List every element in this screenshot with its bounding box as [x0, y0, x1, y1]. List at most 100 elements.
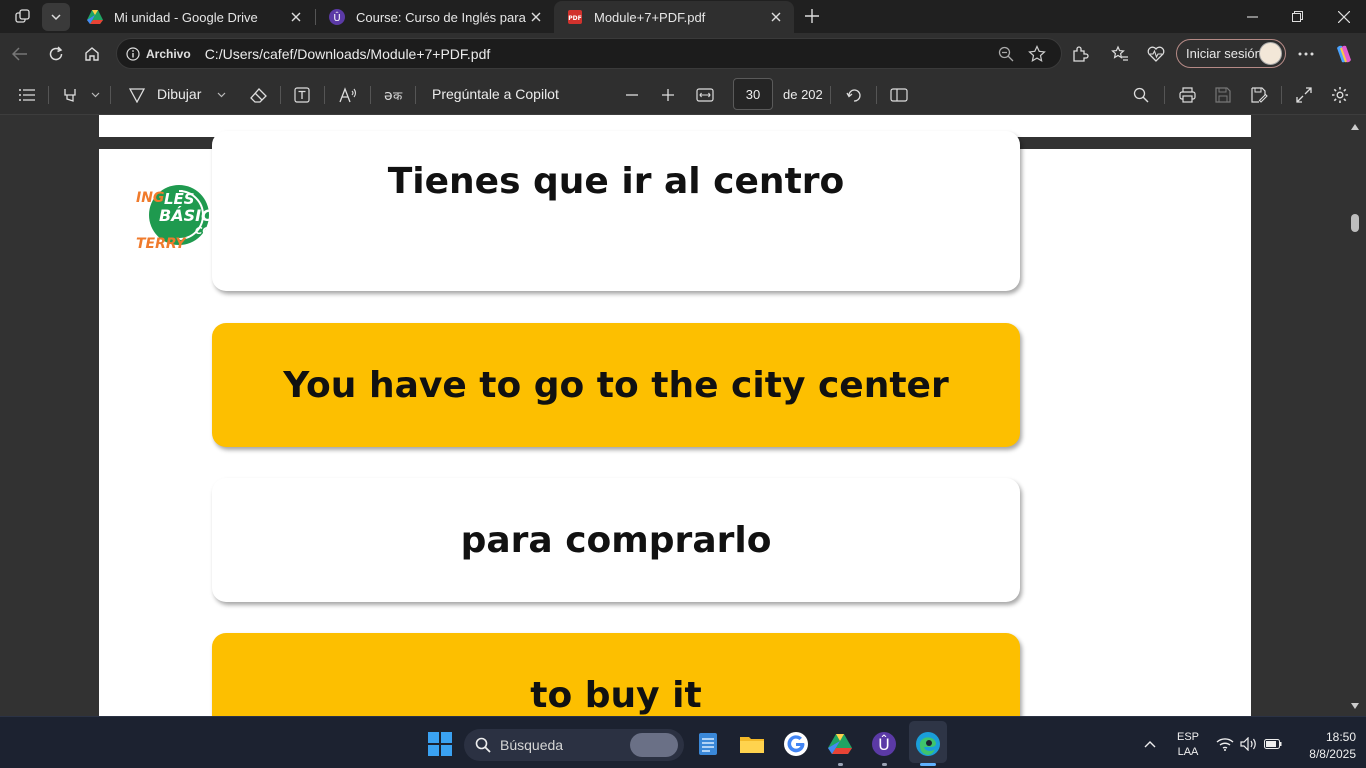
toolbar-divider [415, 86, 416, 104]
rotate-icon[interactable] [842, 84, 866, 106]
site-info-label[interactable]: Archivo [146, 47, 191, 61]
svg-text:TERRY: TERRY [136, 236, 187, 252]
navigation-bar: Archivo C:/Users/cafef/Downloads/Module+… [0, 33, 1366, 74]
address-bar[interactable]: Archivo C:/Users/cafef/Downloads/Module+… [116, 38, 1062, 69]
battery-icon[interactable] [1262, 735, 1284, 753]
phrase-card: You have to go to the city center [212, 323, 1020, 447]
toolbar-divider [370, 86, 371, 104]
tab-actions-chevron-icon[interactable] [42, 3, 70, 31]
ask-copilot-button[interactable]: Pregúntale a Copilot [432, 86, 559, 102]
phrase-card: to buy it [212, 633, 1020, 716]
zoom-in-plus-icon[interactable] [656, 84, 680, 106]
svg-text:Û: Û [333, 11, 340, 24]
search-placeholder: Búsqueda [500, 737, 564, 753]
toolbar-divider [280, 86, 281, 104]
highlight-icon[interactable] [58, 84, 82, 106]
svg-text:ING: ING [136, 190, 164, 206]
google-drive-taskbar-icon[interactable] [827, 731, 853, 757]
microsoft-edge-icon[interactable] [915, 731, 941, 757]
tab-title: Module+7+PDF.pdf [594, 9, 706, 25]
favorite-star-icon[interactable] [1028, 45, 1046, 63]
fullscreen-expand-icon[interactable] [1292, 84, 1316, 106]
wifi-icon[interactable] [1214, 735, 1236, 753]
fit-to-width-icon[interactable] [692, 84, 718, 106]
input-language-indicator[interactable]: ESP LAA [1172, 731, 1204, 758]
file-explorer-icon[interactable] [739, 731, 765, 757]
tab-google-drive[interactable]: Mi unidad - Google Drive [74, 1, 314, 33]
add-text-icon[interactable] [290, 84, 314, 106]
windows-start-icon[interactable] [427, 731, 453, 757]
toolbar-divider [830, 86, 831, 104]
new-tab-icon[interactable] [798, 3, 826, 29]
copilot-icon[interactable] [1330, 41, 1358, 67]
active-indicator [920, 763, 936, 766]
toolbar-divider [1164, 86, 1165, 104]
draw-options-chevron-icon[interactable] [214, 86, 228, 104]
zoom-out-icon[interactable] [998, 46, 1014, 62]
workspaces-icon[interactable] [8, 5, 38, 29]
tab-course[interactable]: Û Course: Curso de Inglés para principia… [316, 1, 554, 33]
draw-pen-icon[interactable] [126, 84, 148, 106]
draw-label[interactable]: Dibujar [157, 86, 201, 102]
settings-gear-icon[interactable] [1328, 84, 1352, 106]
url-text[interactable]: C:/Users/cafef/Downloads/Module+7+PDF.pd… [205, 46, 491, 62]
save-icon[interactable] [1211, 84, 1235, 106]
clock-date: 8/8/2025 [1309, 747, 1356, 761]
clock-time: 18:50 [1325, 730, 1356, 744]
favorites-list-icon[interactable] [1106, 41, 1134, 67]
extensions-icon[interactable] [1066, 41, 1094, 67]
home-icon[interactable] [78, 41, 106, 67]
show-hidden-icons-chevron-icon[interactable] [1140, 735, 1160, 753]
minimize-icon[interactable] [1232, 0, 1272, 33]
close-tab-icon[interactable] [286, 7, 306, 27]
toolbar-divider [1281, 86, 1282, 104]
pdf-icon: PDF [567, 9, 583, 25]
find-search-icon[interactable] [1129, 84, 1153, 106]
google-drive-icon [87, 9, 103, 25]
running-indicator [882, 763, 887, 766]
avatar [1259, 42, 1282, 65]
contents-list-icon[interactable] [14, 84, 40, 106]
browser-essentials-heart-icon[interactable] [1142, 41, 1170, 67]
toolbar-divider [876, 86, 877, 104]
close-tab-icon[interactable] [766, 7, 786, 27]
notepad-icon[interactable] [695, 731, 721, 757]
page-view-icon[interactable] [886, 84, 912, 106]
svg-text:BÁSIC: BÁSIC [159, 206, 213, 225]
page-total: de 202 [783, 87, 823, 102]
eraser-icon[interactable] [246, 84, 270, 106]
refresh-icon[interactable] [42, 41, 70, 67]
phrase-card: Tienes que ir al centro [212, 131, 1020, 291]
back-arrow-icon[interactable] [6, 41, 34, 67]
volume-icon[interactable] [1238, 735, 1260, 753]
pdf-page: ING LÉS BÁSIC CO TERRY Tienes que ir al … [99, 131, 1251, 716]
clock[interactable]: 18:50 8/8/2025 [1290, 730, 1356, 761]
tab-title: Course: Curso de Inglés para principiant… [356, 9, 526, 25]
svg-text:CO: CO [195, 226, 211, 237]
save-as-icon[interactable] [1247, 84, 1271, 106]
search-icon [475, 737, 491, 753]
close-window-icon[interactable] [1324, 0, 1364, 33]
toolbar-divider [48, 86, 49, 104]
close-tab-icon[interactable] [526, 7, 546, 27]
sign-in-button[interactable]: Iniciar sesión [1176, 39, 1286, 68]
print-icon[interactable] [1175, 84, 1199, 106]
sign-in-label: Iniciar sesión [1186, 46, 1262, 61]
toolbar-divider [324, 86, 325, 104]
translate-icon[interactable]: əक [381, 84, 407, 106]
more-options-icon[interactable] [1292, 41, 1320, 67]
phrase-card: para comprarlo [212, 478, 1020, 602]
pdf-viewer[interactable]: ING LÉS BÁSIC CO TERRY Tienes que ir al … [0, 115, 1366, 716]
taskbar-search-box[interactable]: Búsqueda [464, 729, 684, 761]
vertical-scrollbar[interactable] [1346, 115, 1366, 716]
page-number-input[interactable]: 30 [733, 78, 773, 110]
zoom-out-minus-icon[interactable] [620, 84, 644, 106]
svg-text:Û: Û [878, 735, 890, 754]
restore-icon[interactable] [1277, 0, 1317, 33]
course-app-icon[interactable]: Û [871, 731, 897, 757]
read-aloud-icon[interactable] [336, 84, 360, 106]
highlight-options-chevron-icon[interactable] [88, 86, 102, 104]
info-icon[interactable] [126, 46, 140, 61]
google-chrome-g-icon[interactable] [783, 731, 809, 757]
tab-pdf[interactable]: PDF Module+7+PDF.pdf [554, 1, 794, 33]
